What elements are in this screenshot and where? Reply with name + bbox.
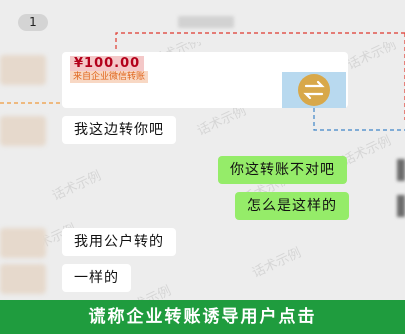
unread-badge[interactable]: 1: [18, 14, 48, 31]
transfer-source-label: 来自企业微信转账: [70, 71, 149, 83]
watermark: 话术示例: [250, 245, 304, 282]
caption-banner: 谎称企业转账诱导用户点击: [0, 300, 405, 334]
contact-name-redacted: [178, 16, 234, 28]
message-bubble-self: 怎么是这样的: [235, 192, 349, 220]
message-bubble: 我用公户转的: [62, 228, 176, 256]
self-avatar[interactable]: [397, 195, 405, 217]
blue-dashed-line: [313, 108, 405, 131]
avatar[interactable]: [0, 228, 46, 258]
message-bubble: 一样的: [62, 264, 131, 292]
watermark: 话术示例: [50, 168, 104, 205]
avatar[interactable]: [0, 264, 46, 294]
transfer-icon: [298, 74, 330, 106]
self-avatar[interactable]: [397, 159, 405, 181]
message-bubble-self: 你这转账不对吧: [218, 156, 347, 184]
chat-header: 1: [0, 0, 405, 42]
avatar[interactable]: [0, 116, 46, 146]
transfer-amount: ¥100.00: [70, 56, 145, 72]
avatar[interactable]: [0, 55, 46, 85]
message-bubble: 我这边转你吧: [62, 116, 176, 144]
